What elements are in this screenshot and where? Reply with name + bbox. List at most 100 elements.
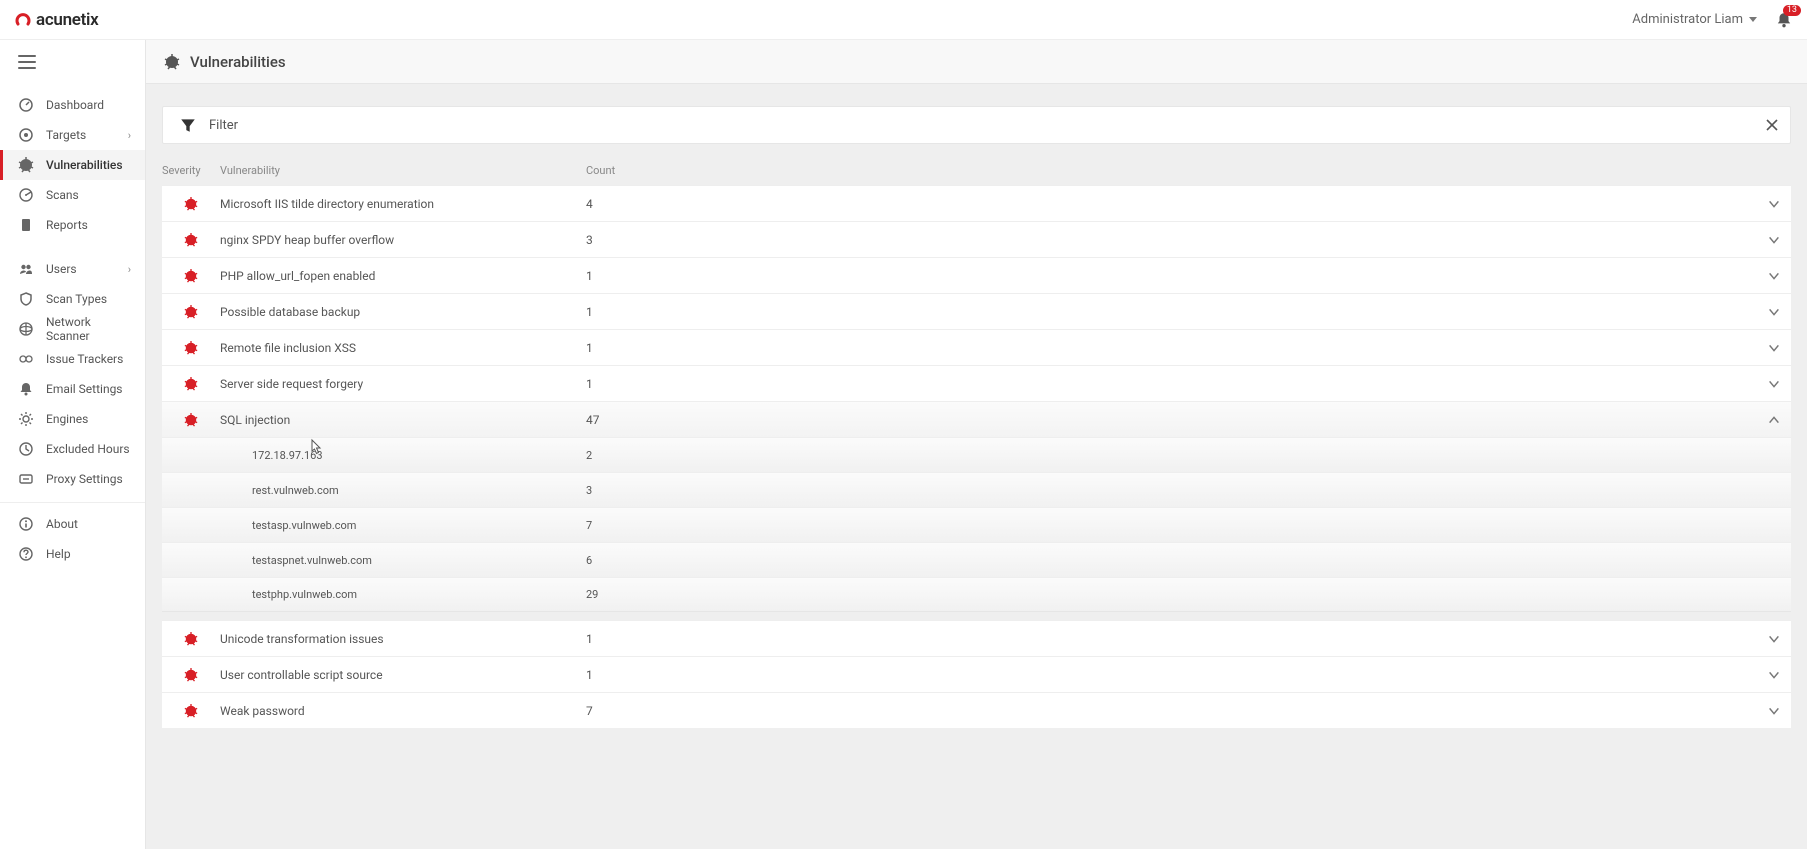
chevron-down-icon — [1767, 632, 1781, 646]
vuln-name: nginx SPDY heap buffer overflow — [220, 233, 586, 247]
vuln-name: PHP allow_url_fopen enabled — [220, 269, 586, 283]
table-row[interactable]: nginx SPDY heap buffer overflow 3 — [162, 221, 1791, 257]
sidebar-item-label: Excluded Hours — [46, 442, 130, 456]
chevron-up-icon — [1767, 413, 1781, 427]
table-row[interactable]: Remote file inclusion XSS 1 — [162, 329, 1791, 365]
sidebar-item-label: Dashboard — [46, 98, 104, 112]
severity-high-icon — [184, 197, 198, 211]
user-menu[interactable]: Administrator Liam — [1632, 12, 1757, 27]
table-row-expanded[interactable]: SQL injection 47 — [162, 401, 1791, 437]
sidebar-item-label: Issue Trackers — [46, 352, 123, 366]
vuln-count: 3 — [586, 233, 726, 247]
table-row[interactable]: Microsoft IIS tilde directory enumeratio… — [162, 185, 1791, 221]
link-icon — [18, 351, 34, 367]
severity-high-icon — [184, 269, 198, 283]
vuln-count: 1 — [586, 341, 726, 355]
sidebar-item-users[interactable]: Users › — [0, 254, 145, 284]
table-subrow[interactable]: rest.vulnweb.com 3 — [162, 472, 1791, 507]
severity-high-icon — [184, 413, 198, 427]
table-row[interactable]: Weak password 7 — [162, 692, 1791, 728]
sidebar-item-label: About — [46, 517, 78, 531]
caret-down-icon — [1749, 17, 1757, 22]
filter-clear-button[interactable] — [1764, 117, 1780, 133]
sidebar-item-label: Engines — [46, 412, 88, 426]
sidebar-item-help[interactable]: Help — [0, 539, 145, 569]
severity-high-icon — [184, 341, 198, 355]
table-subrow[interactable]: testphp.vulnweb.com 29 — [162, 577, 1791, 612]
sidebar-item-label: Users — [46, 262, 77, 276]
table-row[interactable]: User controllable script source 1 — [162, 656, 1791, 692]
chevron-down-icon — [1767, 704, 1781, 718]
chevron-down-icon — [1767, 377, 1781, 391]
table-subrow[interactable]: testasp.vulnweb.com 7 — [162, 507, 1791, 542]
sidebar-item-scans[interactable]: Scans — [0, 180, 145, 210]
brand-icon — [14, 11, 32, 29]
col-count: Count — [586, 164, 726, 177]
vuln-count: 1 — [586, 668, 726, 682]
vuln-count: 1 — [586, 269, 726, 283]
table-row[interactable]: Server side request forgery 1 — [162, 365, 1791, 401]
vulnerability-table: Severity Vulnerability Count Microsoft I… — [162, 158, 1791, 728]
table-row[interactable]: PHP allow_url_fopen enabled 1 — [162, 257, 1791, 293]
vuln-name: Microsoft IIS tilde directory enumeratio… — [220, 197, 586, 211]
vuln-name: Possible database backup — [220, 305, 586, 319]
sidebar-item-label: Reports — [46, 218, 88, 232]
col-vulnerability: Vulnerability — [220, 164, 586, 177]
vuln-name: User controllable script source — [220, 668, 586, 682]
sidebar-item-vulnerabilities[interactable]: Vulnerabilities — [0, 150, 145, 180]
notifications-button[interactable]: 13 — [1775, 11, 1793, 29]
bug-icon — [164, 54, 180, 70]
target-name: 172.18.97.163 — [220, 449, 586, 462]
severity-high-icon — [184, 632, 198, 646]
brand-logo[interactable]: acunetix — [14, 10, 98, 30]
table-row[interactable]: Possible database backup 1 — [162, 293, 1791, 329]
brand-text: acunetix — [36, 10, 98, 30]
sidebar-item-label: Scan Types — [46, 292, 107, 306]
filter-label: Filter — [209, 118, 238, 133]
page-title: Vulnerabilities — [190, 53, 286, 71]
target-icon — [18, 127, 34, 143]
col-severity: Severity — [162, 164, 220, 177]
bug-icon — [18, 157, 34, 173]
document-icon — [18, 217, 34, 233]
sidebar-item-engines[interactable]: Engines — [0, 404, 145, 434]
shield-icon — [18, 291, 34, 307]
user-name: Administrator Liam — [1632, 12, 1743, 27]
bell-outline-icon — [18, 381, 34, 397]
page-header: Vulnerabilities — [146, 40, 1807, 84]
sidebar-item-targets[interactable]: Targets › — [0, 120, 145, 150]
vuln-count: 7 — [586, 704, 726, 718]
nav-footer: About Help — [0, 502, 145, 569]
sidebar-item-issue-trackers[interactable]: Issue Trackers — [0, 344, 145, 374]
radar-icon — [18, 187, 34, 203]
vuln-count: 4 — [586, 197, 726, 211]
target-count: 2 — [586, 449, 726, 462]
sidebar-item-dashboard[interactable]: Dashboard — [0, 90, 145, 120]
sidebar-item-label: Help — [46, 547, 71, 561]
users-icon — [18, 261, 34, 277]
table-subrow[interactable]: testaspnet.vulnweb.com 6 — [162, 542, 1791, 577]
sidebar-item-label: Network Scanner — [46, 315, 131, 343]
chevron-down-icon — [1767, 341, 1781, 355]
sidebar-item-proxy-settings[interactable]: Proxy Settings — [0, 464, 145, 494]
sidebar-item-excluded-hours[interactable]: Excluded Hours — [0, 434, 145, 464]
vuln-name: SQL injection — [220, 413, 586, 427]
chevron-right-icon: › — [128, 129, 131, 142]
sidebar-item-email-settings[interactable]: Email Settings — [0, 374, 145, 404]
sidebar-item-scan-types[interactable]: Scan Types — [0, 284, 145, 314]
vuln-count: 1 — [586, 632, 726, 646]
chevron-down-icon — [1767, 233, 1781, 247]
target-name: testasp.vulnweb.com — [220, 519, 586, 532]
vuln-name: Server side request forgery — [220, 377, 586, 391]
sidebar-item-network-scanner[interactable]: Network Scanner — [0, 314, 145, 344]
filter-bar[interactable]: Filter — [162, 106, 1791, 144]
sidebar-item-reports[interactable]: Reports — [0, 210, 145, 240]
vuln-count: 47 — [586, 413, 726, 427]
sidebar-item-about[interactable]: About — [0, 509, 145, 539]
table-subrow[interactable]: 172.18.97.163 2 — [162, 437, 1791, 472]
vuln-name: Weak password — [220, 704, 586, 718]
hamburger-button[interactable] — [18, 55, 36, 69]
chevron-down-icon — [1767, 668, 1781, 682]
table-row[interactable]: Unicode transformation issues 1 — [162, 620, 1791, 656]
vuln-name: Remote file inclusion XSS — [220, 341, 586, 355]
